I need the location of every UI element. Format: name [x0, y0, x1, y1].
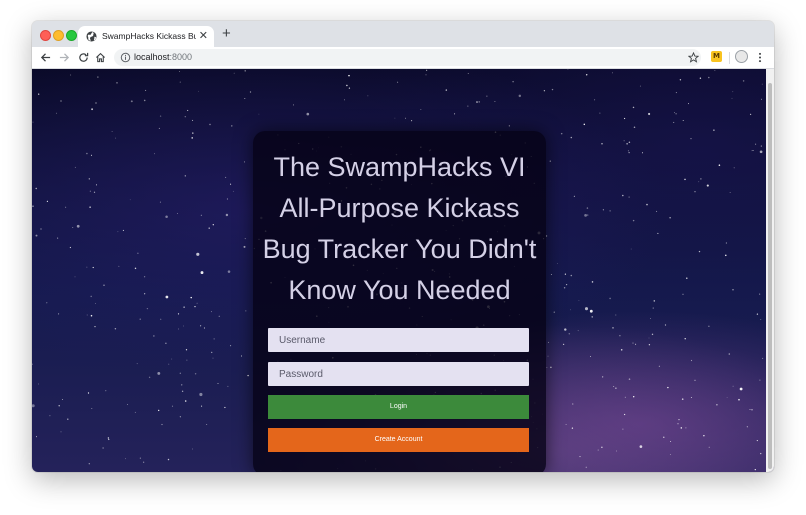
arrow-right-icon [59, 52, 69, 62]
tab-close-icon[interactable]: ✕ [199, 29, 208, 43]
browser-window: SwampHacks Kickass Bug Track ✕ + [32, 21, 774, 472]
url-port: :8000 [169, 52, 193, 62]
login-button[interactable]: Login [268, 395, 529, 419]
browser-menu-button[interactable] [752, 49, 768, 65]
info-icon[interactable] [120, 52, 131, 63]
forward-button[interactable] [56, 49, 72, 65]
reload-icon [78, 52, 88, 62]
url-text[interactable]: localhost:8000 [134, 52, 192, 62]
page-title: The SwampHacks VI All-Purpose Kickass Bu… [262, 152, 537, 305]
tab-strip: SwampHacks Kickass Bug Track ✕ + [32, 21, 774, 47]
back-button[interactable] [37, 49, 53, 65]
home-icon [95, 52, 105, 62]
password-input[interactable] [268, 362, 529, 386]
extension-icon[interactable]: M [711, 51, 722, 62]
window-close-button[interactable] [40, 30, 51, 41]
create-account-button[interactable]: Create Account [268, 428, 529, 452]
browser-toolbar: localhost:8000 M [32, 47, 774, 69]
globe-icon [86, 31, 97, 42]
vertical-scrollbar[interactable] [766, 69, 774, 472]
new-tab-button[interactable]: + [222, 26, 231, 42]
tab-title: SwampHacks Kickass Bug Track [102, 31, 196, 41]
scrollbar-thumb[interactable] [768, 83, 772, 469]
window-minimize-button[interactable] [53, 30, 64, 41]
toolbar-divider [729, 52, 730, 64]
address-bar[interactable]: localhost:8000 [114, 49, 701, 66]
profile-avatar-icon[interactable] [735, 50, 748, 63]
url-host: localhost [134, 52, 170, 62]
reload-button[interactable] [75, 49, 91, 65]
home-button[interactable] [92, 49, 108, 65]
kebab-menu-icon [758, 52, 762, 62]
bookmark-button[interactable] [685, 49, 701, 65]
star-icon [687, 51, 699, 63]
arrow-left-icon [40, 52, 50, 62]
tab-active[interactable]: SwampHacks Kickass Bug Track ✕ [78, 26, 214, 47]
username-input[interactable] [268, 328, 529, 352]
page-viewport: The SwampHacks VI All-Purpose Kickass Bu… [32, 69, 774, 472]
login-card: The SwampHacks VI All-Purpose Kickass Bu… [253, 131, 546, 472]
window-maximize-button[interactable] [66, 30, 77, 41]
